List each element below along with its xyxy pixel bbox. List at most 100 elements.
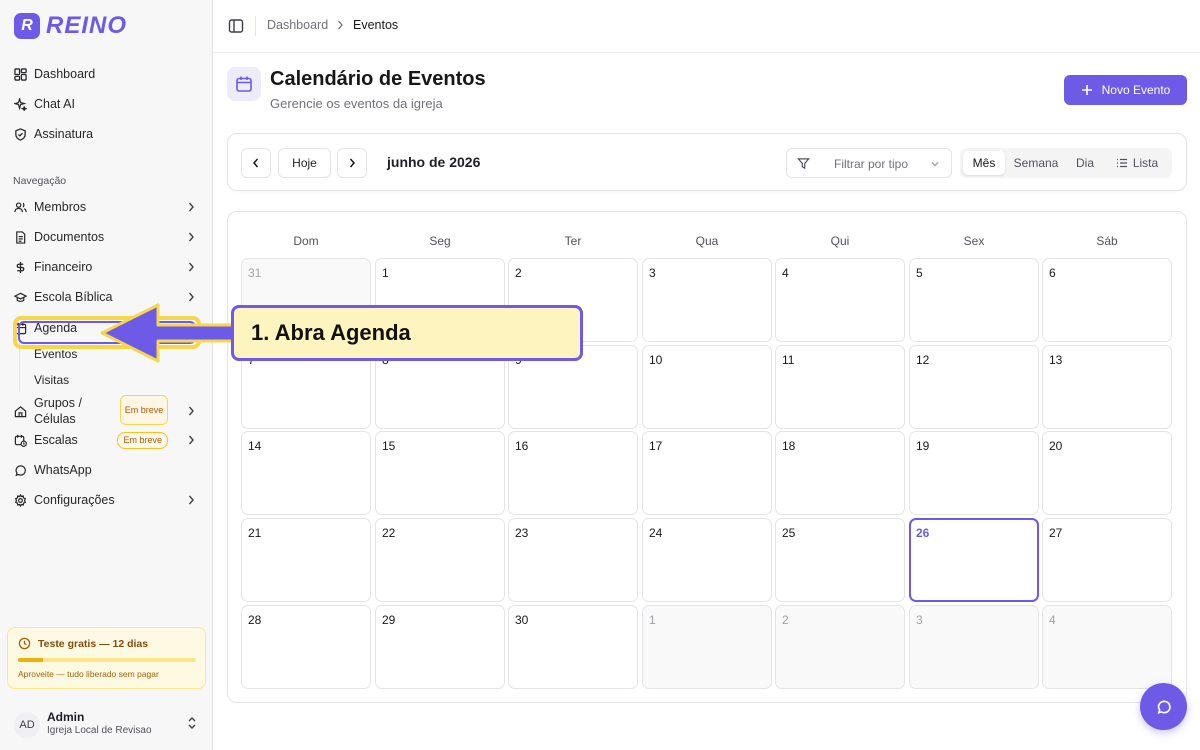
new-event-button[interactable]: Novo Evento xyxy=(1064,75,1187,105)
day-number: 27 xyxy=(1049,526,1063,540)
user-menu[interactable]: AD Admin Igreja Local de Revisao xyxy=(0,700,213,750)
chat-button[interactable] xyxy=(1140,683,1187,730)
pointer-arrow xyxy=(100,303,236,363)
calendar-day[interactable]: 24 xyxy=(642,518,772,602)
view-day-button[interactable]: Dia xyxy=(1068,151,1102,175)
calendar-day[interactable]: 30 xyxy=(508,605,638,689)
view-week-button[interactable]: Semana xyxy=(1008,151,1064,175)
sidebar-item-financeiro[interactable]: Financeiro xyxy=(8,253,204,281)
calendar-day[interactable]: 2 xyxy=(775,605,905,689)
sidebar-toggle-icon[interactable] xyxy=(228,18,244,34)
calendar-day[interactable]: 3 xyxy=(642,258,772,342)
calendar-day[interactable]: 19 xyxy=(909,431,1039,515)
calendar-day[interactable]: 16 xyxy=(508,431,638,515)
sidebar-item-label: Dashboard xyxy=(34,67,96,81)
day-number: 30 xyxy=(515,613,529,627)
day-number: 4 xyxy=(782,266,789,280)
calendar-day[interactable]: 5 xyxy=(909,258,1039,342)
calendar-day[interactable]: 15 xyxy=(375,431,505,515)
trial-title: Teste gratis — 12 dias xyxy=(38,638,149,650)
clock-icon xyxy=(18,637,31,650)
calendar-day-today[interactable]: 26 xyxy=(909,518,1039,602)
calendar-day[interactable]: 10 xyxy=(642,345,772,429)
calendar-day[interactable]: 3 xyxy=(909,605,1039,689)
view-list-button[interactable]: Lista xyxy=(1108,151,1166,175)
chevron-right-icon xyxy=(188,406,194,416)
calendar-day[interactable]: 14 xyxy=(241,431,371,515)
weekday-header: Sáb xyxy=(1096,234,1118,248)
day-number: 12 xyxy=(916,353,930,367)
user-church: Igreja Local de Revisao xyxy=(47,725,152,736)
sidebar-item-label: Escalas xyxy=(34,433,78,447)
sidebar-item-whatsapp[interactable]: WhatsApp xyxy=(8,456,204,484)
calendar-day[interactable]: 22 xyxy=(375,518,505,602)
users-icon xyxy=(14,201,27,214)
today-button[interactable]: Hoje xyxy=(278,148,331,178)
page-title: Calendário de Eventos xyxy=(270,68,486,90)
day-number: 6 xyxy=(1049,266,1056,280)
tutorial-callout: 1. Abra Agenda xyxy=(231,305,583,361)
day-number: 5 xyxy=(916,266,923,280)
brand-logo[interactable]: R REINO xyxy=(14,12,127,40)
sidebar-item-grupos-celulas[interactable]: Grupos / Células Em breve xyxy=(8,395,204,427)
calendar-day[interactable]: 4 xyxy=(1042,605,1172,689)
trial-card[interactable]: Teste gratis — 12 dias Aproveite — tudo … xyxy=(7,627,206,689)
sidebar-item-configuracoes[interactable]: Configurações xyxy=(8,486,204,514)
day-number: 25 xyxy=(782,526,796,540)
day-number: 23 xyxy=(515,526,529,540)
weekday-header: Sex xyxy=(963,234,985,248)
topbar: Dashboard Eventos xyxy=(213,0,1200,53)
calendar-day[interactable]: 28 xyxy=(241,605,371,689)
sidebar-item-label: Assinatura xyxy=(34,127,94,141)
calendar-day[interactable]: 21 xyxy=(241,518,371,602)
day-number: 19 xyxy=(916,439,930,453)
day-number: 26 xyxy=(916,526,930,540)
view-month-button[interactable]: Mês xyxy=(963,151,1005,175)
calendar-day[interactable]: 6 xyxy=(1042,258,1172,342)
calendar-day[interactable]: 18 xyxy=(775,431,905,515)
day-number: 15 xyxy=(382,439,396,453)
calendar-day[interactable]: 20 xyxy=(1042,431,1172,515)
chevron-left-icon xyxy=(253,158,259,168)
chevron-right-icon xyxy=(188,262,194,272)
breadcrumb-dashboard[interactable]: Dashboard xyxy=(267,18,328,32)
sidebar-subitem-visitas[interactable]: Visitas xyxy=(26,368,186,392)
calendar-day[interactable]: 4 xyxy=(775,258,905,342)
home-icon xyxy=(14,405,27,418)
sidebar-item-membros[interactable]: Membros xyxy=(8,193,204,221)
sidebar-item-documentos[interactable]: Documentos xyxy=(8,223,204,251)
calendar-day[interactable]: 23 xyxy=(508,518,638,602)
calendar-day[interactable]: 12 xyxy=(909,345,1039,429)
graduation-cap-icon xyxy=(14,291,27,304)
calendar-toolbar: Hoje junho de 2026 Filtrar por tipo Mês … xyxy=(227,133,1187,191)
file-icon xyxy=(14,230,27,244)
day-number: 14 xyxy=(248,439,262,453)
calendar-day[interactable]: 25 xyxy=(775,518,905,602)
day-number: 3 xyxy=(916,613,923,627)
sidebar-item-chat-ai[interactable]: Chat AI xyxy=(8,90,204,118)
next-month-button[interactable] xyxy=(337,148,367,178)
chevron-right-icon xyxy=(188,435,194,445)
sidebar-item-escalas[interactable]: Escalas Em breve xyxy=(8,426,204,454)
filter-icon xyxy=(797,158,810,170)
filter-placeholder: Filtrar por tipo xyxy=(834,157,909,171)
sidebar-item-label: WhatsApp xyxy=(34,463,92,477)
sidebar-item-label: Grupos / Células xyxy=(34,395,82,427)
day-number: 11 xyxy=(782,353,795,367)
calendar-day[interactable]: 27 xyxy=(1042,518,1172,602)
calendar-day[interactable]: 13 xyxy=(1042,345,1172,429)
calendar-day[interactable]: 11 xyxy=(775,345,905,429)
event-type-filter[interactable]: Filtrar por tipo xyxy=(786,148,952,178)
trial-progress-fill xyxy=(18,658,43,662)
calendar-day[interactable]: 29 xyxy=(375,605,505,689)
new-event-label: Novo Evento xyxy=(1101,83,1171,97)
calendar-day[interactable]: 17 xyxy=(642,431,772,515)
day-number: 10 xyxy=(649,353,663,367)
sidebar-item-dashboard[interactable]: Dashboard xyxy=(8,60,204,88)
prev-month-button[interactable] xyxy=(241,148,271,178)
sidebar-item-assinatura[interactable]: Assinatura xyxy=(8,120,204,148)
trial-progress xyxy=(18,658,196,662)
calendar-day[interactable]: 1 xyxy=(642,605,772,689)
calendar-icon xyxy=(227,67,261,101)
message-circle-icon xyxy=(14,464,27,477)
